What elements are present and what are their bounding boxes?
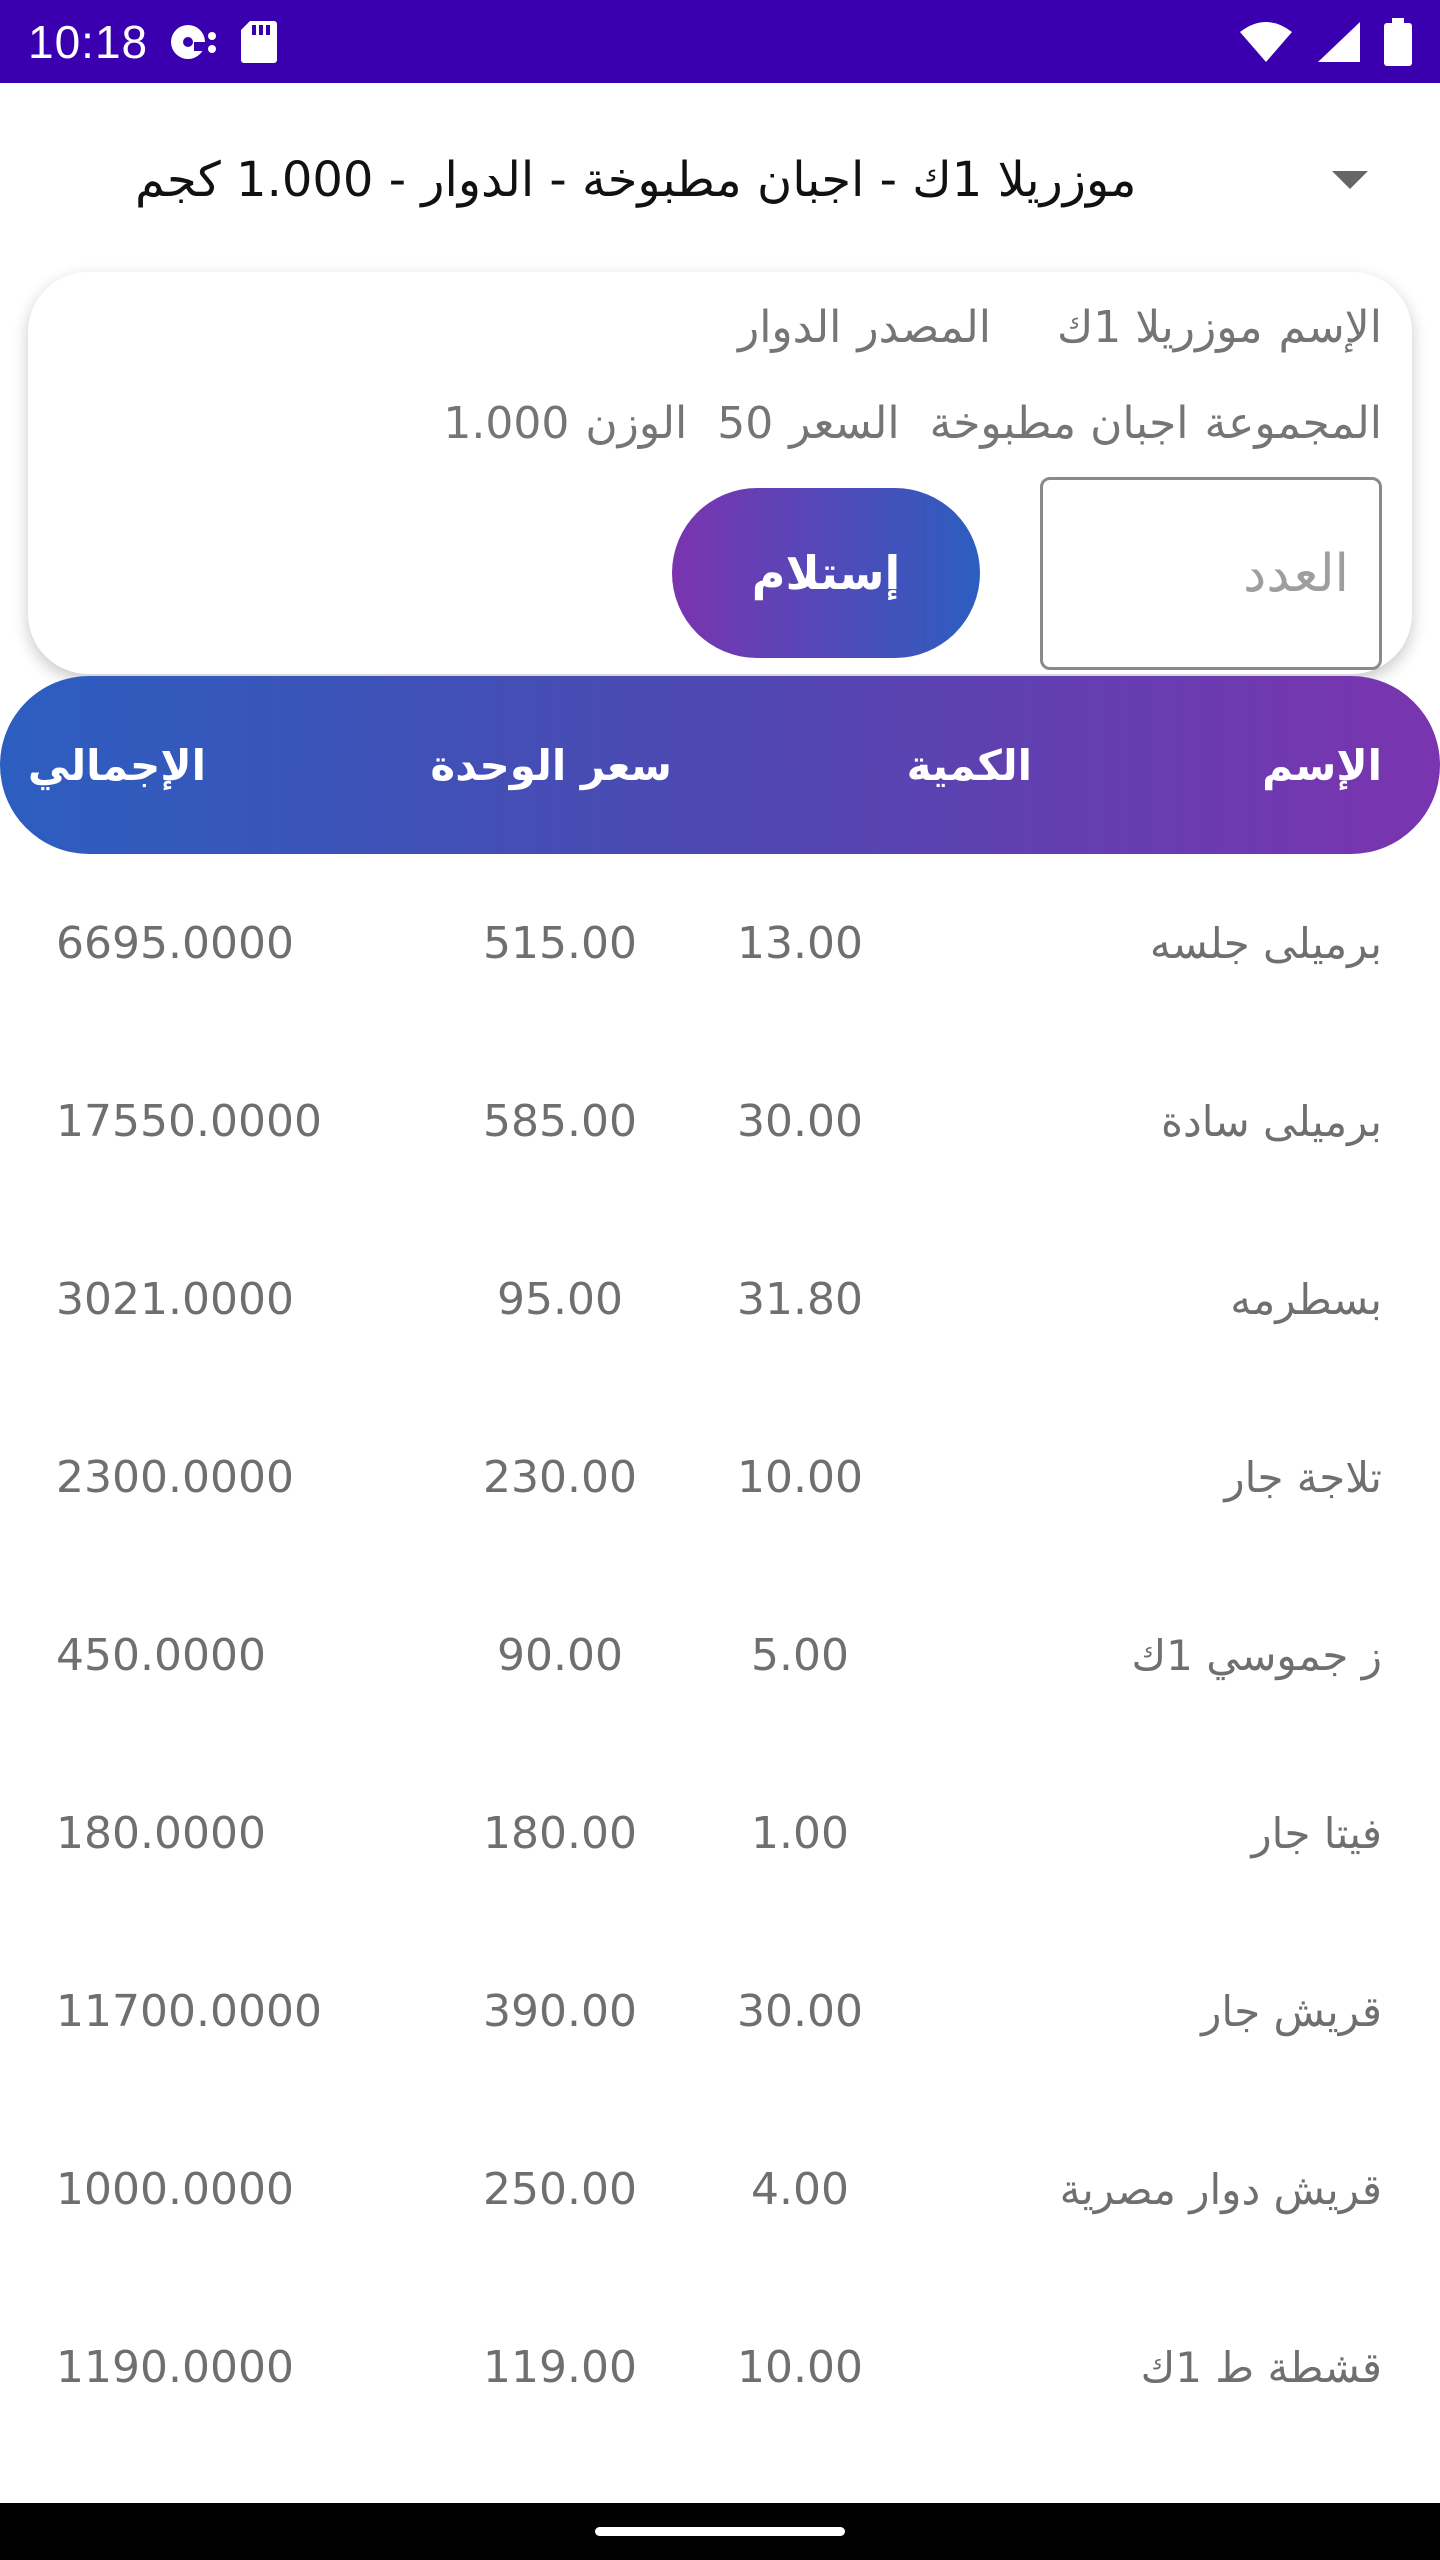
- source-value: الدوار: [737, 302, 842, 353]
- spinner-selected-text: موزريلا 1ك - اجبان مطبوخة - الدوار - 1.0…: [135, 152, 1137, 208]
- table-row[interactable]: فيتا جار 1.00 180.00 180.0000: [0, 1744, 1440, 1922]
- table-row[interactable]: تلاجة جار 10.00 230.00 2300.0000: [0, 1388, 1440, 1566]
- header-total: الإجمالي: [27, 740, 206, 790]
- name-value: موزريلا 1ك: [1056, 302, 1263, 353]
- row-price: 230.00: [483, 1451, 637, 1503]
- row-total: 450.0000: [56, 1629, 266, 1681]
- table-row[interactable]: قشطة ط 1ك 10.00 119.00 1190.0000: [0, 2278, 1440, 2456]
- row-price: 95.00: [497, 1273, 623, 1325]
- group-pair: المجموعة اجبان مطبوخة: [930, 398, 1382, 449]
- table-row[interactable]: برميلى سادة 30.00 585.00 17550.0000: [0, 1032, 1440, 1210]
- row-name: قريش جار: [1201, 1986, 1382, 2036]
- source-label: المصدر: [857, 302, 991, 353]
- card-row-group-price-weight: المجموعة اجبان مطبوخة السعر 50 الوزن 1.0…: [443, 398, 1382, 449]
- dropdown-arrow-icon[interactable]: [1320, 150, 1380, 210]
- price-label: السعر: [789, 398, 900, 449]
- row-total: 1000.0000: [56, 2163, 294, 2215]
- row-price: 180.00: [483, 1807, 637, 1859]
- signal-icon: [1316, 20, 1362, 64]
- row-qty: 4.00: [751, 2163, 849, 2215]
- price-pair: السعر 50: [717, 398, 899, 449]
- row-total: 180.0000: [56, 1807, 266, 1859]
- row-price: 585.00: [483, 1095, 637, 1147]
- row-price: 119.00: [483, 2341, 637, 2393]
- row-total: 6695.0000: [56, 917, 294, 969]
- row-qty: 31.80: [737, 1273, 863, 1325]
- table-header: الإسم الكمية سعر الوحدة الإجمالي: [0, 676, 1440, 854]
- table-row[interactable]: برميلى جلسه 13.00 515.00 6695.0000: [0, 854, 1440, 1032]
- status-time: 10:18: [28, 15, 149, 68]
- row-qty: 30.00: [737, 1985, 863, 2037]
- source-pair: المصدر الدوار: [738, 302, 991, 353]
- weight-label: الوزن: [585, 398, 688, 449]
- row-qty: 10.00: [737, 1451, 863, 1503]
- header-name: الإسم: [1262, 740, 1382, 790]
- group-label: المجموعة: [1204, 398, 1382, 449]
- row-total: 3021.0000: [56, 1273, 294, 1325]
- status-bar: 10:18: [0, 0, 1440, 83]
- name-pair: الإسم موزريلا 1ك: [1057, 302, 1382, 353]
- sd-card-icon: [240, 19, 278, 65]
- row-price: 90.00: [497, 1629, 623, 1681]
- wifi-icon: [1238, 20, 1294, 64]
- row-total: 2300.0000: [56, 1451, 294, 1503]
- quantity-input[interactable]: [1040, 477, 1382, 670]
- row-name: قريش دوار مصرية: [1059, 2164, 1382, 2214]
- header-unit-price: سعر الوحدة: [430, 740, 672, 790]
- card-row-name-source: الإسم موزريلا 1ك المصدر الدوار: [738, 302, 1382, 353]
- header-qty: الكمية: [906, 740, 1032, 790]
- product-spinner[interactable]: موزريلا 1ك - اجبان مطبوخة - الدوار - 1.0…: [0, 100, 1440, 260]
- row-qty: 30.00: [737, 1095, 863, 1147]
- row-total: 1190.0000: [56, 2341, 294, 2393]
- battery-icon: [1384, 17, 1412, 66]
- row-name: تلاجة جار: [1224, 1452, 1382, 1502]
- weight-pair: الوزن 1.000: [443, 398, 687, 449]
- row-qty: 10.00: [737, 2341, 863, 2393]
- row-name: فيتا جار: [1251, 1808, 1382, 1858]
- table-row[interactable]: قريش جار 30.00 390.00 11700.0000: [0, 1922, 1440, 2100]
- items-list[interactable]: برميلى جلسه 13.00 515.00 6695.0000 برميل…: [0, 854, 1440, 2456]
- row-price: 390.00: [483, 1985, 637, 2037]
- row-name: بسطرمه: [1230, 1274, 1382, 1324]
- product-info-card: الإسم موزريلا 1ك المصدر الدوار المجموعة …: [28, 272, 1412, 674]
- name-label: الإسم: [1278, 302, 1382, 353]
- status-left: 10:18: [28, 15, 278, 69]
- table-row[interactable]: قريش دوار مصرية 4.00 250.00 1000.0000: [0, 2100, 1440, 2278]
- status-right: [1238, 17, 1412, 66]
- table-row[interactable]: ز جموسي 1ك 5.00 90.00 450.0000: [0, 1566, 1440, 1744]
- navigation-bar: [0, 2503, 1440, 2560]
- weight-value: 1.000: [443, 398, 570, 449]
- home-gesture-handle[interactable]: [595, 2527, 845, 2536]
- row-price: 515.00: [483, 917, 637, 969]
- row-name: برميلى سادة: [1161, 1096, 1382, 1146]
- row-qty: 1.00: [751, 1807, 849, 1859]
- row-total: 17550.0000: [56, 1095, 322, 1147]
- row-price: 250.00: [483, 2163, 637, 2215]
- row-qty: 13.00: [737, 917, 863, 969]
- group-value: اجبان مطبوخة: [929, 398, 1189, 449]
- media-icon: [168, 22, 220, 62]
- row-name: قشطة ط 1ك: [1140, 2342, 1382, 2392]
- price-value: 50: [717, 398, 774, 449]
- table-row[interactable]: بسطرمه 31.80 95.00 3021.0000: [0, 1210, 1440, 1388]
- row-qty: 5.00: [751, 1629, 849, 1681]
- receive-button[interactable]: إستلام: [672, 488, 980, 658]
- row-name: ز جموسي 1ك: [1131, 1630, 1382, 1680]
- row-name: برميلى جلسه: [1149, 918, 1382, 968]
- row-total: 11700.0000: [56, 1985, 322, 2037]
